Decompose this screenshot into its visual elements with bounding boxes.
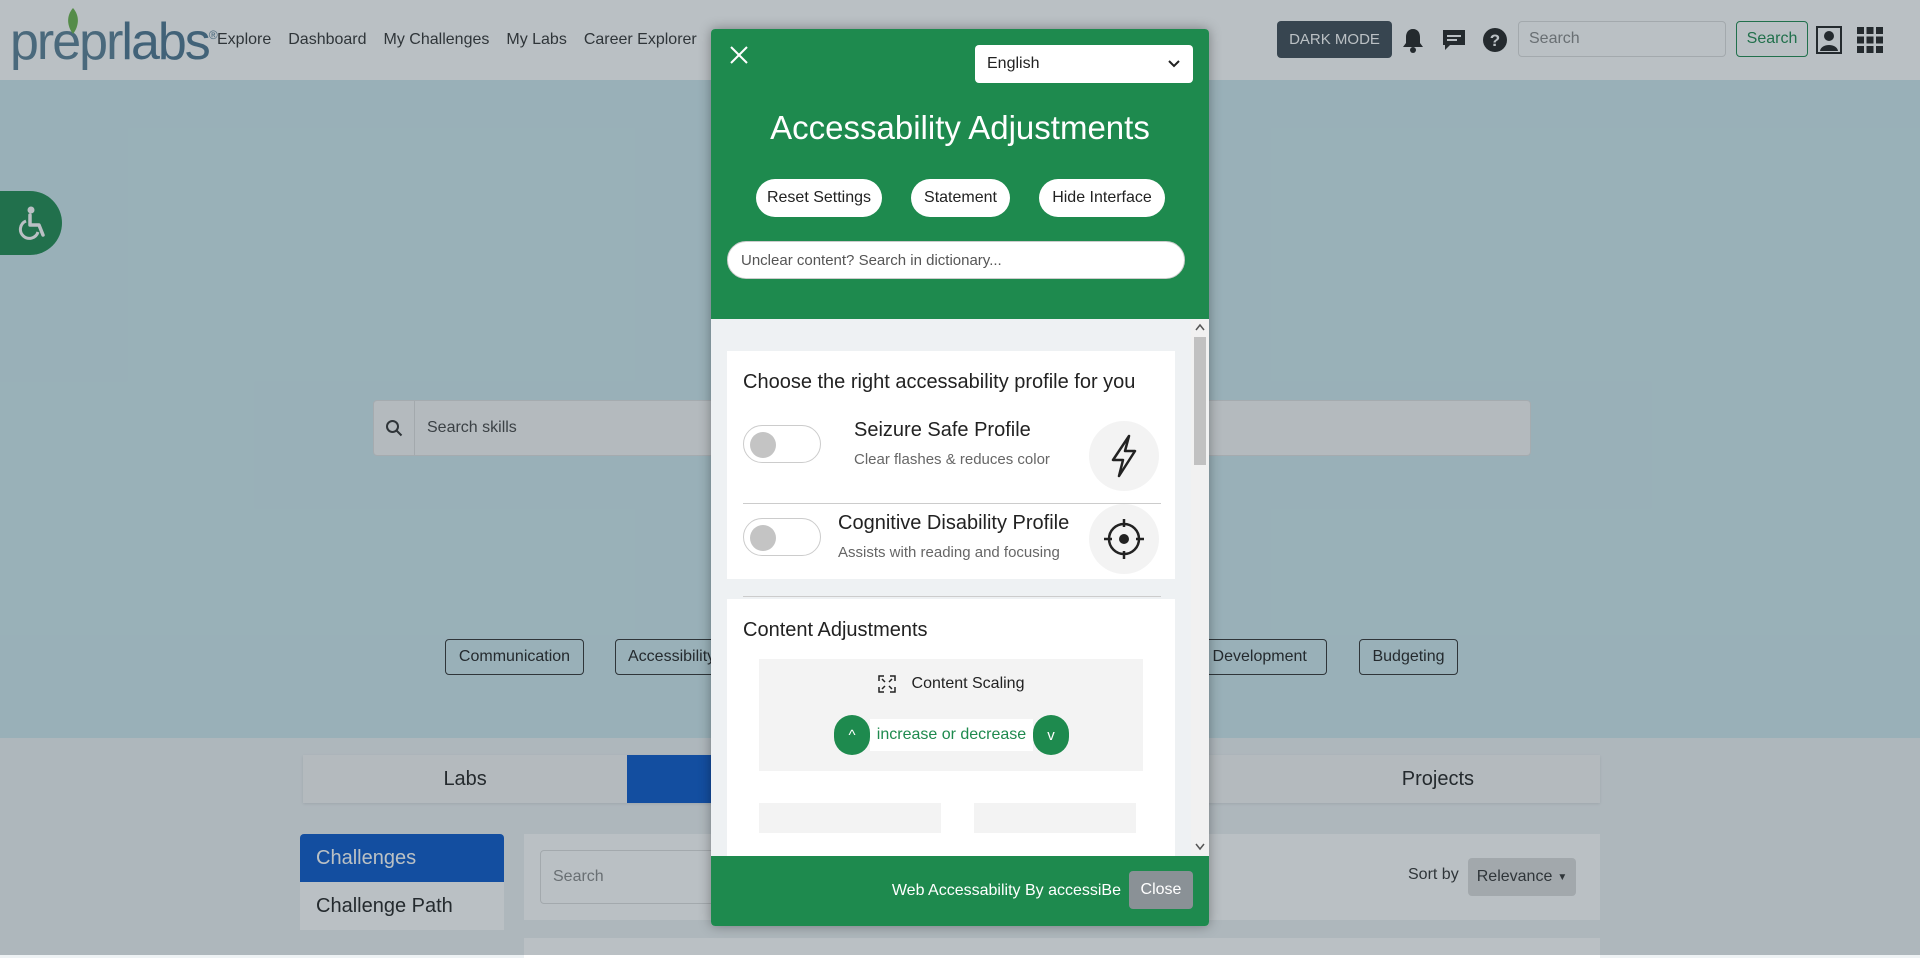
language-value: English (987, 55, 1040, 72)
content-adjustments-card: Content Adjustments Content Scaling ^ in… (727, 599, 1175, 856)
expand-icon (877, 675, 896, 693)
language-select[interactable]: English (975, 45, 1193, 83)
profile-title: Cognitive Disability Profile (838, 512, 1070, 534)
profiles-card: Choose the right accessability profile f… (727, 351, 1175, 597)
seizure-safe-toggle[interactable] (743, 425, 821, 463)
adjustment-tile[interactable] (974, 803, 1136, 833)
toggle-knob (750, 525, 776, 551)
scaling-stepper: ^ increase or decrease v (834, 715, 1069, 755)
panel-header: English Accessability Adjustments Reset … (711, 29, 1209, 319)
content-scaling-title: Content Scaling (911, 675, 1025, 692)
accessibe-credit-link[interactable]: Web Accessability By accessiBe (892, 856, 1121, 926)
profiles-heading: Choose the right accessability profile f… (743, 371, 1136, 393)
profile-subtitle: Clear flashes & reduces color (854, 451, 1050, 468)
dictionary-search-input[interactable]: Unclear content? Search in dictionary... (727, 241, 1185, 279)
scroll-up-icon[interactable] (1195, 322, 1205, 332)
target-icon (1089, 504, 1159, 574)
scaling-label: increase or decrease (870, 719, 1033, 751)
content-adjustments-heading: Content Adjustments (743, 619, 928, 641)
panel-footer: Web Accessability By accessiBe Close (711, 856, 1209, 926)
increase-scale-button[interactable]: ^ (834, 715, 870, 755)
profile-seizure-safe: Seizure Safe Profile Clear flashes & red… (743, 411, 1161, 504)
adjustment-tile[interactable] (759, 803, 941, 833)
scrollbar-thumb[interactable] (1194, 337, 1206, 465)
close-icon[interactable] (725, 41, 753, 69)
close-button[interactable]: Close (1129, 871, 1193, 909)
decrease-scale-button[interactable]: v (1033, 715, 1069, 755)
panel-body: Choose the right accessability profile f… (711, 319, 1209, 856)
lightning-icon (1089, 421, 1159, 491)
profile-title: Seizure Safe Profile (854, 419, 1031, 441)
statement-button[interactable]: Statement (911, 179, 1010, 217)
content-scaling-control: Content Scaling ^ increase or decrease v (759, 659, 1143, 771)
panel-action-buttons: Reset Settings Statement Hide Interface (711, 179, 1209, 217)
toggle-knob (750, 432, 776, 458)
accessibility-panel: English Accessability Adjustments Reset … (711, 29, 1209, 926)
reset-settings-button[interactable]: Reset Settings (756, 179, 882, 217)
panel-scrollbar[interactable] (1191, 319, 1209, 856)
panel-title: Accessability Adjustments (770, 109, 1150, 146)
hide-interface-button[interactable]: Hide Interface (1039, 179, 1165, 217)
chevron-down-icon (1168, 60, 1180, 68)
cognitive-disability-toggle[interactable] (743, 518, 821, 556)
profile-cognitive-disability: Cognitive Disability Profile Assists wit… (743, 504, 1161, 597)
profile-subtitle: Assists with reading and focusing (838, 544, 1060, 561)
scroll-down-icon[interactable] (1195, 842, 1205, 852)
